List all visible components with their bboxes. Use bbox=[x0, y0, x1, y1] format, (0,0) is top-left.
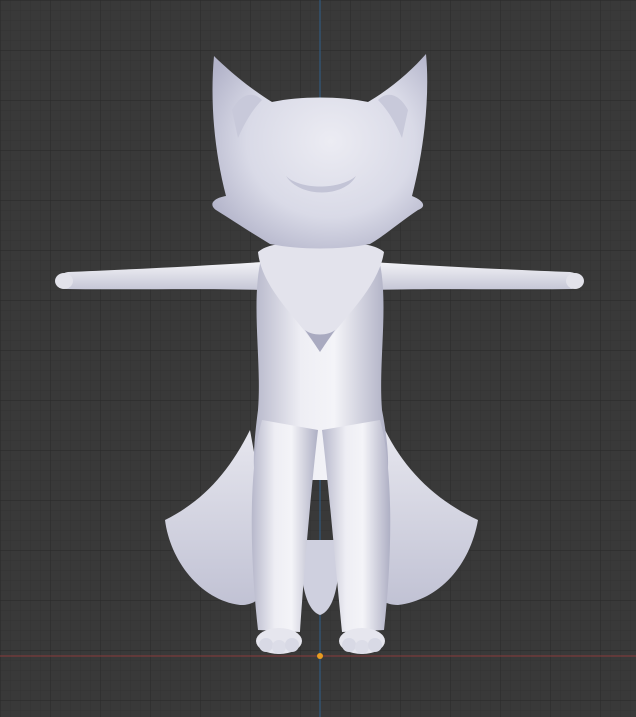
viewport-canvas[interactable] bbox=[0, 0, 636, 717]
3d-viewport[interactable] bbox=[0, 0, 636, 717]
left-foot bbox=[256, 628, 302, 654]
origin-point-icon[interactable] bbox=[317, 653, 323, 659]
right-foot bbox=[339, 628, 385, 654]
right-hand bbox=[566, 273, 584, 289]
left-hand bbox=[55, 273, 73, 289]
